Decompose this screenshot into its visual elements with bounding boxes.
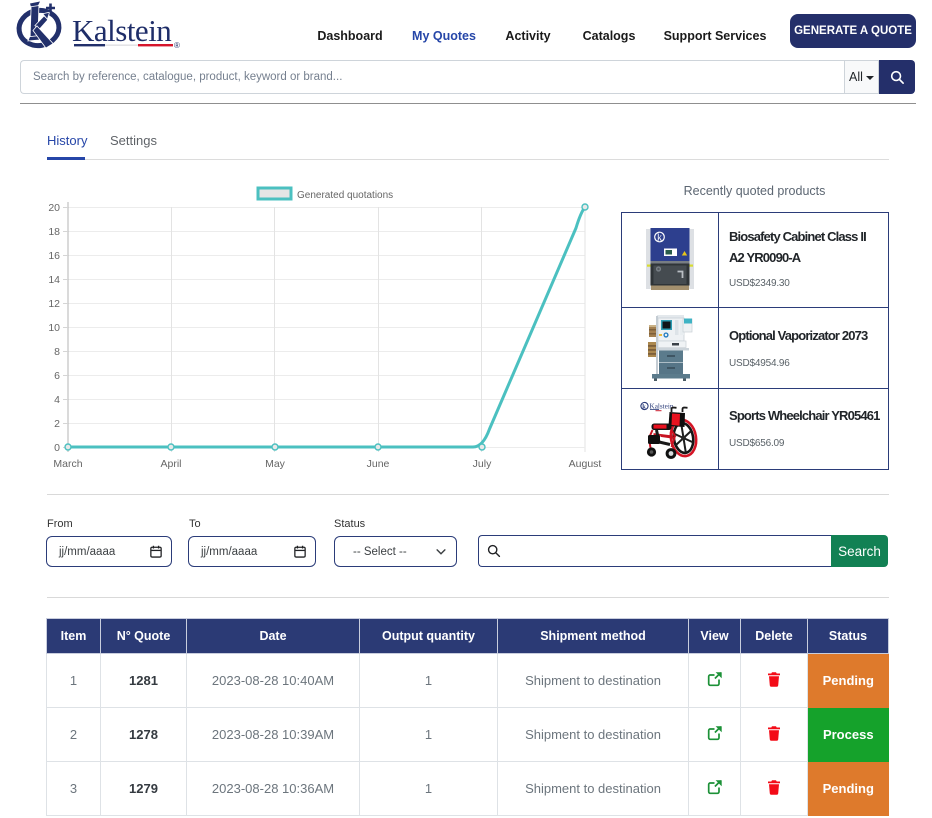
- svg-text:k: k: [642, 404, 646, 411]
- svg-text:20: 20: [48, 202, 60, 214]
- svg-text:April: April: [160, 458, 181, 470]
- svg-text:16: 16: [48, 250, 60, 262]
- svg-text:8: 8: [54, 346, 60, 358]
- svg-text:July: July: [473, 458, 492, 470]
- svg-text:August: August: [569, 458, 602, 470]
- svg-text:June: June: [367, 458, 390, 470]
- svg-text:0: 0: [54, 442, 60, 454]
- svg-text:6: 6: [54, 370, 60, 382]
- svg-text:14: 14: [48, 274, 60, 286]
- svg-text:Generated quotations: Generated quotations: [297, 190, 393, 201]
- svg-text:Kalstein: Kalstein: [72, 13, 172, 48]
- svg-text:k: k: [657, 233, 662, 244]
- svg-text:2: 2: [54, 418, 60, 430]
- svg-text:®: ®: [174, 41, 180, 50]
- svg-text:May: May: [265, 458, 286, 470]
- svg-text:4: 4: [54, 394, 60, 406]
- svg-text:March: March: [53, 458, 82, 470]
- svg-text:10: 10: [48, 322, 60, 334]
- svg-text:12: 12: [48, 298, 60, 310]
- svg-text:Kalstein: Kalstein: [650, 402, 674, 410]
- svg-text:18: 18: [48, 226, 60, 238]
